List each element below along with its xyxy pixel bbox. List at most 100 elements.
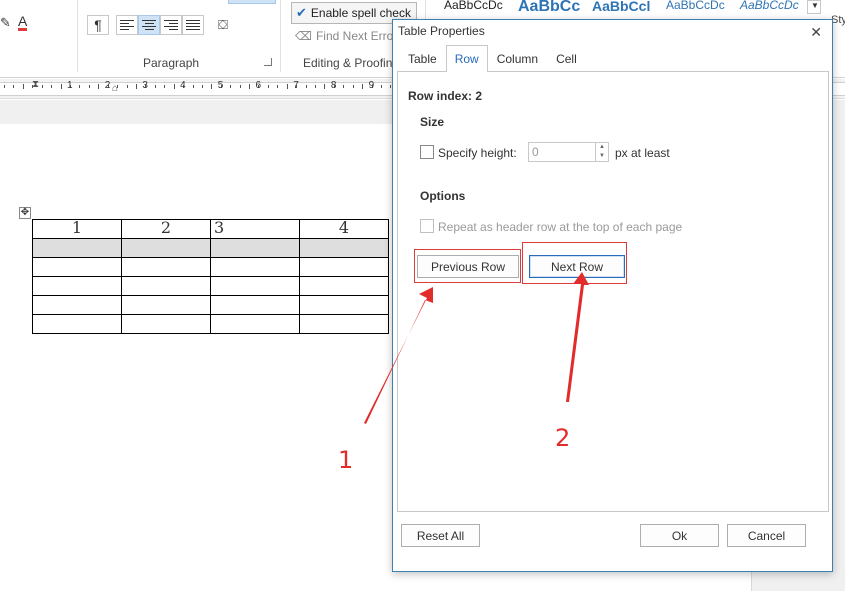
pilcrow-icon: ¶ (94, 17, 102, 33)
table-cell[interactable] (121, 238, 211, 258)
spell-check-icon: ✔ (296, 5, 307, 20)
tab-cell[interactable]: Cell (547, 45, 586, 71)
table-row[interactable] (32, 238, 389, 258)
table-cell[interactable]: 3 (210, 219, 300, 239)
find-next-error-button[interactable]: ⌫ Find Next Error (295, 29, 397, 43)
reset-all-button[interactable]: Reset All (401, 524, 480, 547)
ruler-tick (126, 85, 128, 88)
ruler-number: 5 (217, 80, 224, 91)
style-heading4[interactable]: AaBbCcDc (740, 0, 799, 12)
table-cell[interactable] (32, 314, 122, 334)
tab-table[interactable]: Table (399, 45, 446, 71)
tab-row[interactable]: Row (445, 45, 488, 72)
next-row-button[interactable]: Next Row (529, 255, 625, 278)
ruler-tick (286, 84, 288, 89)
ruler-number: 2 (104, 80, 111, 91)
style-heading2[interactable]: AaBbCcl (592, 0, 650, 14)
ruler-number: 3 (142, 80, 148, 91)
table-cell[interactable] (299, 314, 389, 334)
styles-scroll-button[interactable]: ▼ (807, 0, 821, 14)
table-cell[interactable]: 1 (32, 219, 122, 239)
paragraph-launcher-icon[interactable] (264, 58, 272, 66)
height-spinner[interactable]: ▲ ▼ (596, 142, 609, 162)
table-cell[interactable] (210, 238, 300, 258)
repeat-header-label: Repeat as header row at the top of each … (438, 220, 683, 234)
ruler-tick (4, 85, 5, 88)
ruler-tick (381, 85, 382, 88)
table-cell[interactable] (299, 276, 389, 296)
align-center-button[interactable] (138, 15, 160, 35)
size-heading: Size (420, 115, 445, 129)
ruler-tick (60, 84, 62, 89)
document-table[interactable]: 1234 (32, 219, 389, 334)
table-cell[interactable] (121, 314, 211, 334)
table-header-row[interactable]: 1234 (32, 219, 389, 239)
tab-stop-marker[interactable]: ⌂ (112, 83, 118, 94)
style-normal[interactable]: AaBbCcDc (444, 0, 503, 12)
justify-button[interactable] (182, 15, 204, 35)
shading-button[interactable]: ⛋ (212, 15, 234, 35)
table-cell[interactable]: 2 (121, 219, 211, 239)
font-color-icon[interactable]: A (18, 14, 28, 31)
dialog-title: Table Properties (398, 24, 485, 38)
editing-group-label: Editing & Proofing (303, 56, 400, 70)
table-cell[interactable] (121, 257, 211, 277)
table-cell[interactable] (32, 295, 122, 315)
table-row[interactable] (32, 295, 389, 315)
table-cell[interactable]: 4 (299, 219, 389, 239)
align-left-icon (120, 20, 134, 30)
pilcrow-button[interactable]: ¶ (87, 15, 109, 35)
group-separator (280, 0, 281, 72)
specify-height-checkbox[interactable] (420, 145, 434, 159)
ruler-tick (135, 84, 137, 89)
table-cell[interactable] (32, 238, 122, 258)
table-cell[interactable] (299, 257, 389, 277)
height-input[interactable] (528, 142, 596, 162)
style-heading3[interactable]: AaBbCcDc (666, 0, 725, 12)
spell-check-label: Enable spell check (310, 6, 411, 20)
ruler-tick (211, 84, 213, 89)
ruler-tick (41, 85, 43, 88)
ruler-tick (201, 85, 203, 88)
height-unit-label: px at least (615, 146, 670, 160)
ruler-tick (305, 85, 307, 88)
paint-bucket-icon: ⛋ (218, 17, 228, 32)
previous-row-button[interactable]: Previous Row (417, 255, 519, 278)
find-next-label: Find Next Error (315, 29, 398, 43)
spin-up-icon[interactable]: ▲ (596, 143, 608, 152)
close-icon[interactable]: ✕ (810, 24, 822, 41)
repeat-header-checkbox[interactable] (420, 219, 434, 233)
align-right-button[interactable] (160, 15, 182, 35)
table-cell[interactable] (210, 314, 300, 334)
table-cell[interactable] (121, 276, 211, 296)
style-heading1[interactable]: AaBbCc (518, 0, 580, 16)
tab-column[interactable]: Column (488, 45, 547, 71)
table-move-handle-icon[interactable]: ✥ (19, 207, 31, 219)
ruler-tick (315, 85, 317, 88)
table-cell[interactable] (299, 238, 389, 258)
ruler-tick (324, 84, 326, 89)
table-cell[interactable] (210, 276, 300, 296)
table-cell[interactable] (121, 295, 211, 315)
ok-button[interactable]: Ok (640, 524, 719, 547)
table-cell[interactable] (299, 295, 389, 315)
ruler-tick (277, 85, 279, 88)
group-separator (77, 0, 78, 72)
ribbon-partial-button[interactable] (228, 0, 276, 4)
table-row[interactable] (32, 257, 389, 277)
spin-down-icon[interactable]: ▼ (596, 152, 608, 161)
highlighter-icon[interactable]: ✎ (0, 15, 11, 31)
table-cell[interactable] (210, 295, 300, 315)
table-cell[interactable] (210, 257, 300, 277)
align-right-icon (164, 20, 178, 30)
hanging-indent-marker[interactable]: ⧗ (32, 79, 39, 90)
annotation-marker-1: 1 (338, 446, 354, 474)
ruler-tick (13, 85, 15, 88)
table-row[interactable] (32, 314, 389, 334)
cancel-button[interactable]: Cancel (727, 524, 806, 547)
table-cell[interactable] (32, 276, 122, 296)
table-row[interactable] (32, 276, 389, 296)
chevron-down-icon: ▼ (811, 1, 819, 10)
align-left-button[interactable] (116, 15, 138, 35)
table-cell[interactable] (32, 257, 122, 277)
